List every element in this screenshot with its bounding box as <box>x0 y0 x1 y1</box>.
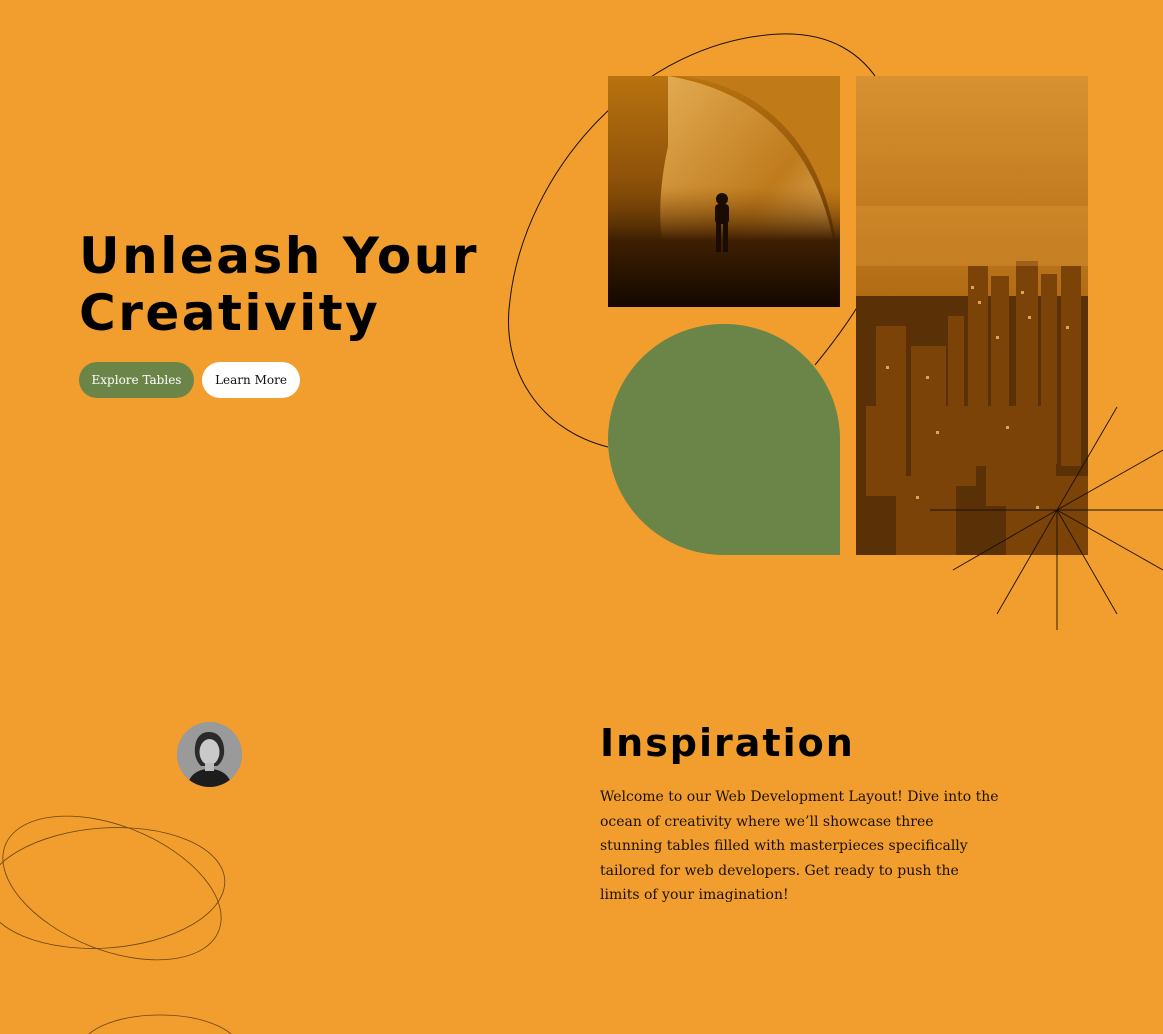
inspiration-title: Inspiration <box>600 721 855 765</box>
inspiration-text: Welcome to our Web Development Layout! D… <box>600 789 999 903</box>
hero-title-line-1: Unleash Your <box>79 227 479 285</box>
decorative-ellipse-3 <box>88 1014 232 1034</box>
person-portrait-icon <box>177 722 242 787</box>
decorative-ellipse-1 <box>2 815 222 961</box>
astronaut-planet-icon <box>608 76 840 307</box>
green-shape <box>608 324 840 555</box>
avatar <box>177 722 242 787</box>
hero-title-line-2: Creativity <box>79 284 381 342</box>
learn-more-button[interactable]: Learn More <box>202 362 300 398</box>
decorative-ellipse-2 <box>0 827 226 949</box>
hero-title: Unleash Your Creativity <box>79 228 519 342</box>
explore-tables-button[interactable]: Explore Tables <box>79 362 194 398</box>
astronaut-image <box>608 76 840 307</box>
city-image <box>856 76 1088 555</box>
city-skyline-icon <box>856 76 1088 555</box>
